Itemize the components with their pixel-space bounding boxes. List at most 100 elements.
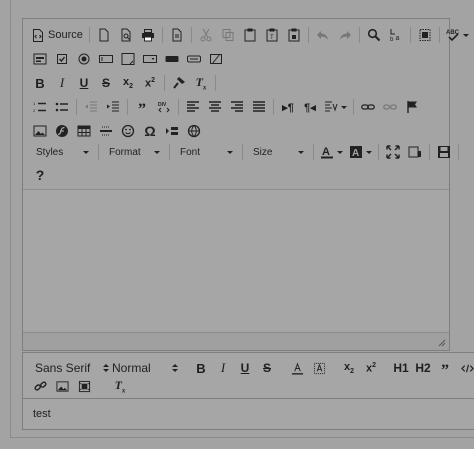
header-2-button[interactable]: H2 (412, 358, 434, 378)
align-center-icon[interactable] (204, 96, 226, 118)
source-button[interactable]: Source (29, 24, 86, 46)
toolbar-row-2 (29, 48, 227, 70)
justify-icon[interactable] (248, 96, 270, 118)
blockquote-icon[interactable]: ” (434, 358, 456, 379)
spellcheck-dropdown[interactable]: ABC (443, 24, 472, 46)
superscript-icon[interactable]: x2 (139, 72, 161, 94)
clean-format-icon[interactable]: Tx (109, 376, 131, 396)
language-dropdown[interactable] (321, 96, 350, 118)
underline-icon[interactable]: U (73, 72, 95, 94)
chevron-down-icon (154, 150, 160, 154)
separator (242, 144, 243, 160)
textarea-icon[interactable] (117, 48, 139, 70)
source-label: Source (48, 29, 83, 41)
italic-icon[interactable]: I (51, 72, 73, 94)
outdent-icon[interactable] (80, 96, 102, 118)
smiley-icon[interactable] (117, 120, 139, 142)
paste-icon[interactable] (239, 24, 261, 46)
replace-icon[interactable]: ab (385, 24, 407, 46)
header-1-button[interactable]: H1 (390, 358, 412, 378)
show-blocks-icon[interactable] (404, 141, 426, 163)
maximize-icon[interactable] (382, 141, 404, 163)
print-icon[interactable] (137, 24, 159, 46)
separator (458, 144, 459, 160)
bold-icon[interactable]: B (190, 358, 212, 378)
text-field-icon[interactable] (95, 48, 117, 70)
image-button-icon[interactable] (183, 48, 205, 70)
quill-content-text[interactable]: test (33, 408, 51, 420)
div-icon[interactable]: DIV (153, 96, 175, 118)
text-color-icon[interactable] (286, 358, 308, 378)
ckeditor-content-area[interactable] (23, 189, 449, 332)
ltr-icon[interactable]: ▸¶ (277, 96, 299, 118)
link-icon[interactable] (357, 96, 379, 118)
rtl-icon[interactable]: ¶◂ (299, 96, 321, 118)
paste-text-icon[interactable]: T (261, 24, 283, 46)
anchor-icon[interactable] (401, 96, 423, 118)
code-block-icon[interactable] (456, 358, 474, 378)
bg-color-dropdown[interactable]: A (346, 141, 375, 163)
copy-format-icon[interactable] (168, 72, 190, 94)
blockquote-icon[interactable]: ” (131, 96, 153, 118)
font-picker[interactable]: Sans Serif (35, 358, 109, 378)
superscript-icon[interactable]: x2 (360, 358, 382, 378)
preview-icon[interactable] (115, 24, 137, 46)
flash-icon[interactable] (51, 120, 73, 142)
align-right-icon[interactable] (226, 96, 248, 118)
select-field-icon[interactable] (139, 48, 161, 70)
save-icon[interactable] (433, 141, 455, 163)
underline-icon[interactable]: U (234, 358, 256, 378)
subscript-icon[interactable]: x2 (117, 72, 139, 94)
remove-format-icon[interactable]: Tx (190, 72, 212, 94)
radio-icon[interactable] (73, 48, 95, 70)
background-color-icon[interactable] (308, 358, 330, 378)
strike-icon[interactable]: S (95, 72, 117, 94)
numbered-list-icon[interactable]: 12 (29, 96, 51, 118)
separator (215, 75, 216, 91)
checkbox-icon[interactable] (51, 48, 73, 70)
text-color-dropdown[interactable]: A (317, 141, 346, 163)
italic-icon[interactable]: I (212, 358, 234, 378)
select-all-icon[interactable] (414, 24, 436, 46)
resize-handle-icon[interactable] (438, 339, 446, 347)
table-icon[interactable] (73, 120, 95, 142)
cut-icon[interactable] (195, 24, 217, 46)
video-icon[interactable] (73, 376, 95, 396)
bold-icon[interactable]: B (29, 72, 51, 94)
styles-combo[interactable]: Styles (29, 141, 95, 163)
help-button[interactable]: ? (29, 164, 51, 186)
paste-word-icon[interactable] (283, 24, 305, 46)
font-combo[interactable]: Font (173, 141, 239, 163)
indent-icon[interactable] (102, 96, 124, 118)
subscript-icon[interactable]: x2 (338, 358, 360, 378)
separator (127, 99, 128, 115)
redo-icon[interactable] (334, 24, 356, 46)
quill-toolbar-row-2: Tx (29, 376, 131, 396)
separator (353, 99, 354, 115)
form-icon[interactable] (29, 48, 51, 70)
page-break-icon[interactable] (161, 120, 183, 142)
image-icon[interactable] (51, 376, 73, 396)
unlink-icon[interactable] (379, 96, 401, 118)
find-icon[interactable] (363, 24, 385, 46)
strike-icon[interactable]: S (256, 358, 278, 378)
separator (169, 144, 170, 160)
templates-icon[interactable] (166, 24, 188, 46)
size-combo[interactable]: Size (246, 141, 310, 163)
undo-icon[interactable] (312, 24, 334, 46)
hidden-field-icon[interactable] (205, 48, 227, 70)
new-page-icon[interactable] (93, 24, 115, 46)
special-char-icon[interactable]: Ω (139, 120, 161, 142)
button-field-icon[interactable] (161, 48, 183, 70)
link-icon[interactable] (29, 376, 51, 396)
size-picker[interactable]: Normal (112, 358, 178, 378)
help-icon: ? (35, 167, 45, 183)
iframe-icon[interactable] (183, 120, 205, 142)
align-left-icon[interactable] (182, 96, 204, 118)
copy-icon[interactable] (217, 24, 239, 46)
format-combo[interactable]: Format (102, 141, 166, 163)
horizontal-rule-icon[interactable] (95, 120, 117, 142)
image-icon[interactable] (29, 120, 51, 142)
bulleted-list-icon[interactable] (51, 96, 73, 118)
separator (438, 27, 440, 43)
